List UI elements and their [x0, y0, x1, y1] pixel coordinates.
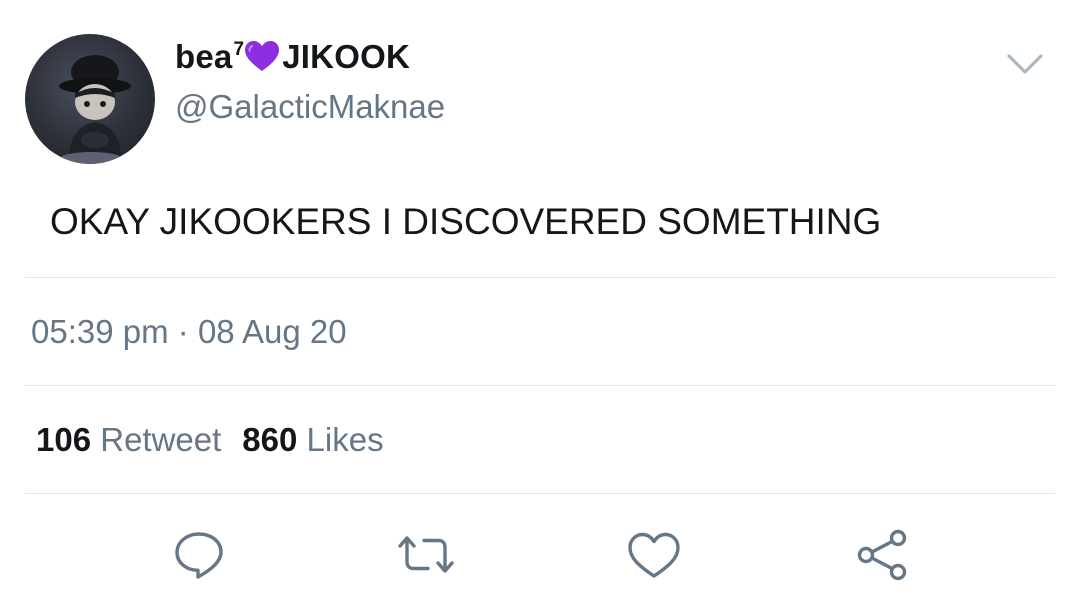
- retweet-button[interactable]: [397, 526, 455, 584]
- timestamp-separator: ·: [177, 313, 189, 350]
- share-button[interactable]: [853, 526, 911, 584]
- user-handle[interactable]: @GalacticMaknae: [175, 88, 445, 126]
- retweet-stat[interactable]: 106 Retweet: [36, 421, 221, 458]
- tweet-timestamp[interactable]: 05:39 pm · 08 Aug 20: [31, 313, 347, 351]
- avatar[interactable]: [25, 34, 155, 164]
- display-name-part-1: bea: [175, 38, 233, 75]
- more-options-button[interactable]: [1005, 50, 1045, 78]
- display-name-part-2: JIKOOK: [282, 38, 410, 75]
- avatar-image: [59, 55, 131, 164]
- retweet-label: Retweet: [100, 421, 222, 458]
- retweet-count: 106: [36, 421, 92, 458]
- chevron-down-icon: [1007, 54, 1043, 74]
- like-button[interactable]: [625, 526, 683, 584]
- share-icon: [857, 529, 907, 581]
- divider: [25, 385, 1055, 386]
- purple-heart-icon: [243, 39, 281, 73]
- tweet-date: 08 Aug 20: [197, 313, 347, 350]
- likes-stat[interactable]: 860 Likes: [242, 421, 383, 458]
- display-name[interactable]: bea7 JIKOOK: [175, 38, 410, 76]
- divider: [25, 277, 1055, 278]
- reply-icon: [175, 532, 223, 579]
- retweet-icon: [398, 536, 454, 573]
- tweet-time: 05:39 pm: [31, 313, 169, 350]
- like-count: 860: [242, 421, 298, 458]
- reply-button[interactable]: [170, 526, 228, 584]
- divider: [25, 493, 1055, 494]
- tweet-text: OKAY JIKOOKERS I DISCOVERED SOMETHING: [50, 201, 882, 242]
- likes-label: Likes: [306, 421, 384, 458]
- tweet-stats: 106 Retweet 860 Likes: [36, 421, 384, 459]
- heart-icon: [628, 532, 680, 578]
